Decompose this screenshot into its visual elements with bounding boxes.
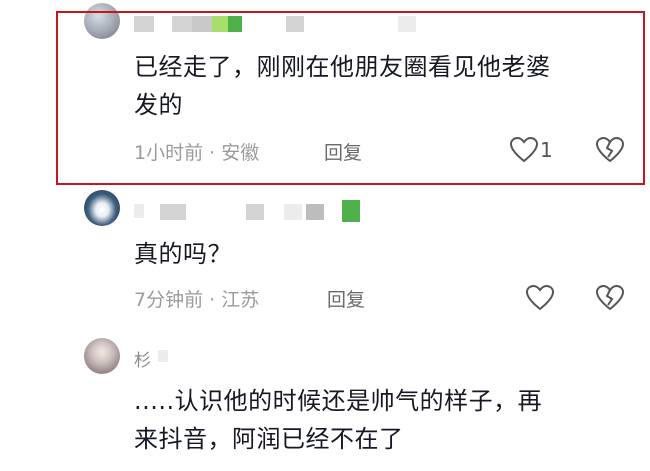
- heart-outline-icon: [526, 285, 554, 311]
- comment-text-line: 已经走了，刚刚在他朋友圈看见他老婆: [134, 53, 551, 81]
- dislike-button[interactable]: [595, 284, 625, 315]
- username-obscured[interactable]: [134, 200, 374, 226]
- heart-outline-icon: [510, 137, 538, 163]
- comment-item: 杉 .....认识他的时候还是帅气的样子，再 来抖音，阿润已经不在了: [0, 330, 650, 471]
- comment-item: 已经走了，刚刚在他朋友圈看见他老婆 发的 1小时前 · 安徽 回复 1: [0, 0, 650, 190]
- avatar[interactable]: [84, 3, 120, 39]
- username-obscured[interactable]: 杉: [134, 346, 254, 371]
- comment-meta: 1小时前 · 安徽 回复: [134, 138, 434, 166]
- reply-button[interactable]: 回复: [324, 138, 362, 165]
- like-button[interactable]: [526, 285, 554, 311]
- avatar[interactable]: [84, 338, 120, 374]
- dislike-button[interactable]: [595, 136, 625, 167]
- reply-button[interactable]: 回复: [327, 285, 365, 312]
- username-visible-part: 杉: [134, 351, 151, 371]
- comment-text: .....认识他的时候还是帅气的样子，再 来抖音，阿润已经不在了: [134, 382, 624, 458]
- username-obscured[interactable]: [134, 16, 434, 38]
- comment-meta: 7分钟前 · 江苏 回复: [134, 285, 434, 313]
- comment-text-line: 来抖音，阿润已经不在了: [134, 425, 404, 453]
- like-button[interactable]: 1: [510, 137, 553, 163]
- time-location: 7分钟前 · 江苏: [134, 289, 260, 311]
- time-location: 1小时前 · 安徽: [134, 142, 260, 164]
- comment-text-line: .....认识他的时候还是帅气的样子，再: [134, 387, 543, 415]
- comment-item: 真的吗？ 7分钟前 · 江苏 回复: [0, 190, 650, 330]
- comment-text: 已经走了，刚刚在他朋友圈看见他老婆 发的: [134, 48, 624, 124]
- comment-text-line: 真的吗？: [134, 240, 232, 268]
- broken-heart-icon: [595, 284, 625, 311]
- avatar[interactable]: [84, 190, 120, 226]
- comment-text-line: 发的: [134, 91, 183, 119]
- comment-text: 真的吗？: [134, 235, 624, 273]
- broken-heart-icon: [595, 136, 625, 163]
- like-count: 1: [540, 138, 553, 162]
